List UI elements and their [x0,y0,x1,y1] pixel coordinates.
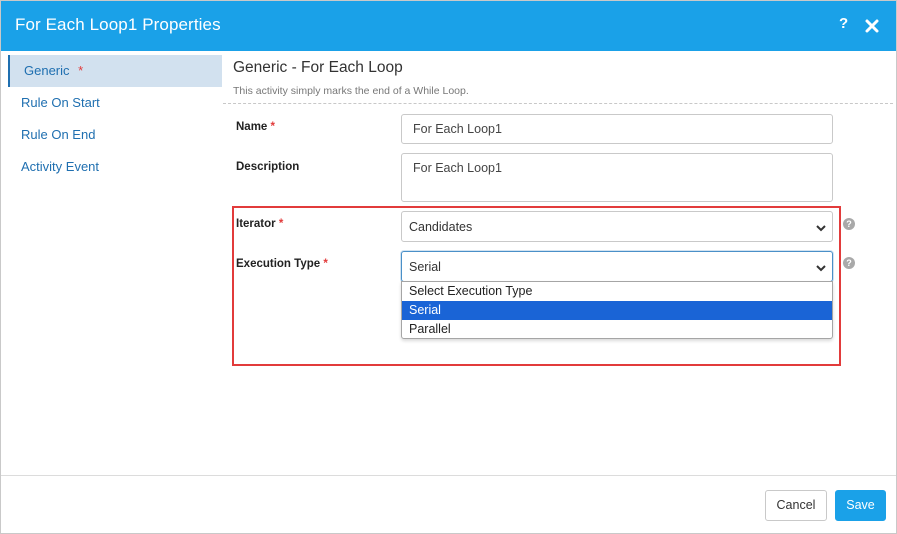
iterator-value: Candidates [409,220,473,234]
footer-divider [1,475,896,476]
iterator-select[interactable]: Candidates [401,211,833,242]
help-icon[interactable]: ? [843,218,855,230]
help-icon[interactable]: ? [843,257,855,269]
execution-type-select[interactable]: Serial [401,251,833,282]
sidebar-item-rule-on-end[interactable]: Rule On End [8,119,222,151]
dropdown-option[interactable]: Parallel [402,320,832,339]
execution-type-value: Serial [409,260,441,274]
cancel-button[interactable]: Cancel [765,490,827,521]
chevron-down-icon [816,225,826,232]
sidebar-nav: Generic * Rule On Start Rule On End Acti… [1,51,222,475]
required-marker: * [323,258,328,270]
sidebar-item-label: Rule On Start [21,95,100,110]
save-button[interactable]: Save [835,490,886,521]
iterator-label-text: Iterator [236,218,276,230]
section-header: Generic - For Each Loop [233,59,403,77]
dialog-title: For Each Loop1 Properties [15,15,221,34]
section-divider [223,103,893,104]
help-icon[interactable]: ? [839,15,853,35]
description-field[interactable]: For Each Loop1 [401,153,833,202]
sidebar-item-label: Activity Event [21,159,100,174]
dropdown-option[interactable]: Serial [402,301,832,320]
sidebar-item-activity-event[interactable]: Activity Event [8,151,222,183]
section-title: Generic - For Each Loop [233,59,403,76]
name-field[interactable]: For Each Loop1 [401,114,833,144]
description-value: For Each Loop1 [413,161,502,175]
name-value: For Each Loop1 [413,122,502,136]
sidebar-item-generic[interactable]: Generic * [8,55,222,87]
section-description: This activity simply marks the end of a … [233,85,469,97]
execution-type-label-text: Execution Type [236,258,321,270]
chevron-down-icon [816,265,826,272]
required-marker: * [270,121,276,133]
title-bar: For Each Loop1 Properties ? [1,1,896,51]
description-label: Description [236,161,300,173]
sidebar-item-rule-on-start[interactable]: Rule On Start [8,87,222,119]
required-marker: * [78,63,84,78]
execution-type-label: Execution Type * [236,258,328,270]
iterator-label: Iterator * [236,218,283,230]
execution-type-dropdown: Select Execution Type Serial Parallel [401,281,833,339]
name-label-text: Name [236,121,268,133]
dropdown-option[interactable]: Select Execution Type [402,282,832,301]
name-label: Name * [236,121,275,133]
required-marker: * [278,218,284,230]
close-icon[interactable] [864,17,880,35]
properties-dialog: For Each Loop1 Properties ? Generic * Ru… [0,0,897,534]
sidebar-item-label: Generic [24,63,70,78]
sidebar-item-label: Rule On End [21,127,96,142]
